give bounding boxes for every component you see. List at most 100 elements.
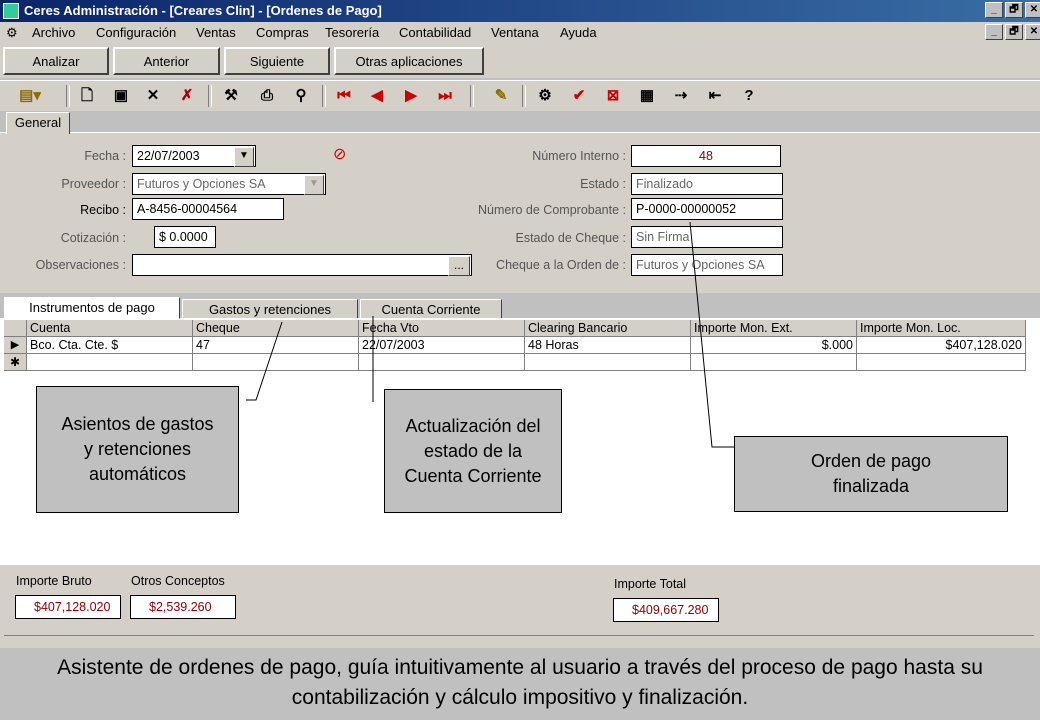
proveedor-label: Proveedor : — [61, 177, 126, 191]
estado-field[interactable]: Finalizado — [631, 173, 783, 195]
fecha-dropdown-icon[interactable]: ▼ — [234, 147, 254, 167]
menu-compras[interactable]: Compras — [256, 25, 309, 40]
analizar-button[interactable]: Analizar — [3, 47, 109, 75]
title-bar: Ceres Administración - [Creares Clin] - … — [0, 0, 1040, 22]
app-icon — [3, 3, 19, 19]
exit-icon[interactable]: ⇤ — [704, 85, 726, 107]
minimize-button[interactable]: _ — [985, 2, 1003, 18]
toolbar-separator — [208, 85, 212, 107]
report-icon[interactable]: ▦ — [636, 85, 658, 107]
callout-gastos-text: Asientos de gastos y retenciones automát… — [61, 414, 214, 484]
otros-conceptos-field[interactable]: $2,539.260 — [130, 595, 236, 619]
table-cell[interactable] — [857, 354, 1026, 371]
col-header-importe-loc[interactable]: Importe Mon. Loc. — [857, 320, 1026, 337]
next-record-icon[interactable]: ▶ — [400, 85, 422, 107]
cotizacion-label: Cotización : — [60, 231, 126, 245]
tools-icon[interactable]: ⚙ — [534, 85, 556, 107]
col-header-clearing[interactable]: Clearing Bancario — [525, 320, 691, 337]
callout-orden-text: Orden de pago finalizada — [810, 451, 932, 496]
table-cell[interactable] — [691, 354, 857, 371]
table-cell[interactable]: $407,128.020 — [857, 337, 1026, 354]
new-icon[interactable]: 🗋 — [76, 85, 98, 107]
estado-cheque-label: Estado de Cheque : — [515, 231, 627, 245]
cheque-orden-field[interactable]: Futuros y Opciones SA — [631, 254, 783, 276]
mdi-restore-button[interactable]: 🗗 — [1005, 24, 1023, 40]
status-bar — [4, 635, 1034, 646]
menu-configuracion[interactable]: Configuración — [96, 25, 176, 40]
importe-total-field[interactable]: $409,667.280 — [613, 598, 719, 622]
close-button[interactable]: ✕ — [1025, 2, 1040, 18]
table-cell[interactable]: 22/07/2003 — [359, 337, 525, 354]
slide-caption: Asistente de ordenes de pago, guía intui… — [0, 648, 1040, 720]
observaciones-label: Observaciones : — [35, 258, 126, 272]
callout-orden-finalizada: Orden de pago finalizada — [734, 436, 1008, 512]
col-header-cheque[interactable]: Cheque — [193, 320, 359, 337]
tab-general[interactable]: General — [6, 112, 70, 134]
importe-bruto-field[interactable]: $407,128.020 — [15, 595, 121, 619]
tab-cuenta-corriente[interactable]: Cuenta Corriente — [360, 299, 502, 319]
menu-contabilidad[interactable]: Contabilidad — [399, 25, 471, 40]
toolbar-separator — [66, 85, 70, 107]
mdi-minimize-button[interactable]: _ — [985, 24, 1003, 40]
comprobante-label: Número de Comprobante : — [478, 203, 626, 217]
table-cell[interactable]: Bco. Cta. Cte. $ — [27, 337, 193, 354]
table-cell[interactable]: $.000 — [691, 337, 857, 354]
proveedor-dropdown-icon[interactable]: ▼ — [304, 175, 324, 195]
table-cell[interactable] — [27, 354, 193, 371]
col-header-cuenta[interactable]: Cuenta — [27, 320, 193, 337]
print-icon[interactable]: ⎙ — [256, 85, 278, 107]
last-record-icon[interactable]: ⏭ — [434, 85, 456, 107]
form-dropdown-icon[interactable]: ▤▾ — [10, 85, 50, 107]
first-record-icon[interactable]: ⏮ — [333, 85, 355, 107]
tab-gastos-y-retenciones[interactable]: Gastos y retenciones — [182, 299, 358, 319]
siguiente-button[interactable]: Siguiente — [224, 47, 330, 75]
numero-interno-label: Número Interno : — [532, 149, 626, 163]
comprobante-field[interactable]: P-0000-00000052 — [631, 198, 783, 220]
wizard-icon[interactable]: ⚒ — [220, 85, 242, 107]
menu-ventana[interactable]: Ventana — [491, 25, 539, 40]
table-cell[interactable] — [525, 354, 691, 371]
menu-ventas[interactable]: Ventas — [196, 25, 236, 40]
tab-instrumentos-de-pago[interactable]: Instrumentos de pago — [4, 297, 180, 319]
table-cell[interactable]: 48 Horas — [525, 337, 691, 354]
col-header-importe-ext[interactable]: Importe Mon. Ext. — [691, 320, 857, 337]
cotizacion-field[interactable]: $ 0.0000 — [154, 226, 216, 248]
cancel-icon[interactable]: ⊠ — [602, 85, 624, 107]
observaciones-field[interactable] — [132, 254, 472, 276]
anterior-button[interactable]: Anterior — [113, 47, 220, 75]
undo-icon[interactable]: ✗ — [176, 85, 198, 107]
help-icon[interactable]: ? — [738, 85, 760, 107]
table-cell[interactable] — [193, 354, 359, 371]
toolbar-separator — [522, 85, 526, 107]
check-icon[interactable]: ✔ — [568, 85, 590, 107]
restore-button[interactable]: 🗗 — [1005, 2, 1023, 18]
otras-aplicaciones-button[interactable]: Otras aplicaciones — [334, 47, 484, 75]
estado-label: Estado : — [580, 177, 626, 191]
row-current-marker[interactable]: ▶ — [4, 337, 27, 354]
link-icon[interactable]: ⇢ — [670, 85, 692, 107]
row-new-marker[interactable]: ✱ — [4, 354, 27, 371]
recibo-field[interactable]: A-8456-00004564 — [132, 198, 284, 220]
mdi-close-button[interactable]: ✕ — [1025, 24, 1040, 40]
menu-tesoreria[interactable]: Tesorería — [325, 25, 379, 40]
mdi-window-controls: _ 🗗 ✕ — [985, 24, 1040, 40]
fecha-label: Fecha : — [84, 149, 126, 163]
delete-icon[interactable]: ✕ — [142, 85, 164, 107]
menu-ayuda[interactable]: Ayuda — [560, 25, 597, 40]
proveedor-field[interactable]: Futuros y Opciones SA — [132, 173, 326, 195]
menu-bar: ⚙ Archivo Configuración Ventas Compras T… — [0, 22, 1040, 44]
col-header-fecha-vto[interactable]: Fecha Vto — [359, 320, 525, 337]
recibo-label: Recibo : — [80, 203, 126, 217]
mdi-system-icon[interactable]: ⚙ — [6, 25, 18, 41]
notes-icon[interactable]: ✎ — [490, 85, 512, 107]
numero-interno-field[interactable]: 48 — [631, 145, 781, 167]
importe-bruto-label: Importe Bruto — [16, 574, 92, 588]
save-icon[interactable]: ▣ — [110, 85, 132, 107]
menu-archivo[interactable]: Archivo — [32, 25, 75, 40]
table-cell[interactable]: 47 — [193, 337, 359, 354]
estado-cheque-field[interactable]: Sin Firma — [631, 226, 783, 248]
table-cell[interactable] — [359, 354, 525, 371]
toolbar-separator — [322, 85, 326, 107]
find-icon[interactable]: ⚲ — [290, 85, 312, 107]
previous-record-icon[interactable]: ◀ — [366, 85, 388, 107]
